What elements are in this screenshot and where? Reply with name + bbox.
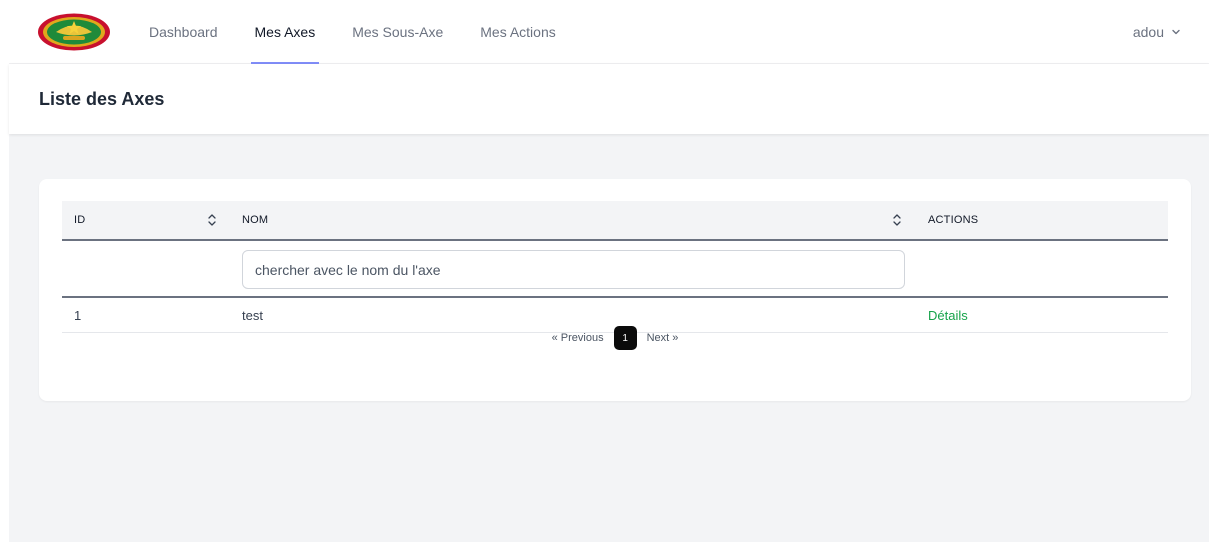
sort-id-icon[interactable] [207, 213, 217, 227]
nav-item-dashboard[interactable]: Dashboard [149, 0, 218, 64]
chevron-down-icon [1172, 29, 1180, 35]
top-navigation: Dashboard Mes Axes Mes Sous-Axe Mes Acti… [9, 0, 1209, 64]
column-header-actions: ACTIONS [928, 214, 979, 226]
next-page-link[interactable]: Next » [647, 332, 679, 344]
previous-page-link[interactable]: « Previous [552, 332, 604, 344]
nav-item-mes-sous-axe[interactable]: Mes Sous-Axe [352, 0, 443, 64]
nav-item-mes-actions[interactable]: Mes Actions [480, 0, 555, 64]
sort-nom-icon[interactable] [892, 213, 902, 227]
page-title: Liste des Axes [39, 89, 165, 109]
pagination: « Previous 1 Next » [39, 326, 1191, 350]
app-frame: Dashboard Mes Axes Mes Sous-Axe Mes Acti… [9, 0, 1209, 542]
filter-row [62, 241, 1168, 298]
search-nom-input[interactable] [242, 250, 905, 289]
column-header-id[interactable]: ID [74, 201, 85, 239]
page-number-current[interactable]: 1 [613, 326, 637, 350]
page-header: Liste des Axes [9, 64, 1209, 134]
table-header: ID NOM ACTIONS [62, 201, 1168, 241]
nav-item-mes-axes[interactable]: Mes Axes [250, 0, 319, 64]
axes-table: ID NOM ACTIONS 1 test Détails [62, 201, 1168, 333]
user-name: adou [1132, 24, 1164, 40]
axes-table-card: ID NOM ACTIONS 1 test Détails « Previou [39, 179, 1191, 401]
user-menu[interactable]: adou [1133, 0, 1181, 64]
column-header-nom[interactable]: NOM [242, 201, 268, 239]
emblem-logo-icon[interactable] [37, 13, 111, 51]
nav-links: Dashboard Mes Axes Mes Sous-Axe Mes Acti… [149, 0, 593, 64]
